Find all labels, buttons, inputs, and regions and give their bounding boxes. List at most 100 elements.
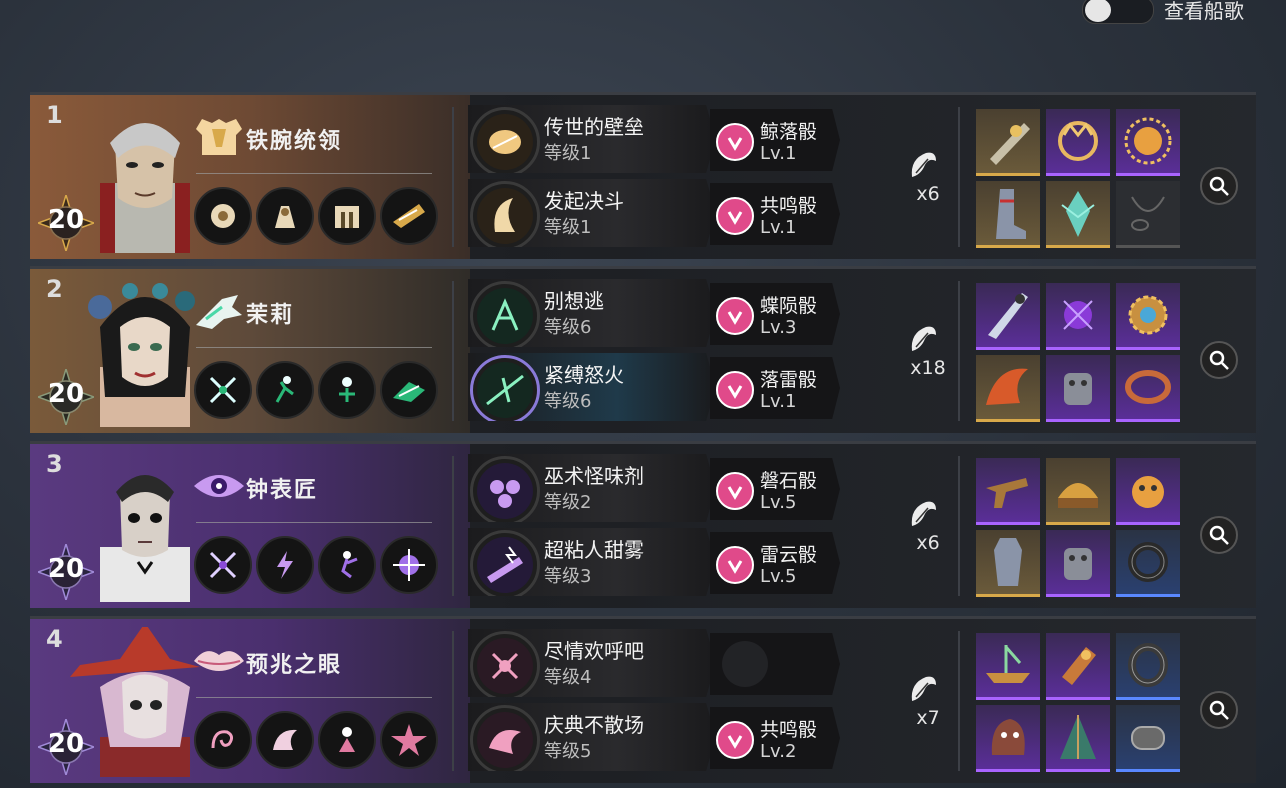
item-dragon-icon[interactable] [976,355,1040,422]
dice-slot-empty[interactable] [710,633,840,695]
shell-count: x6 [916,532,940,554]
item-crown-icon[interactable] [1046,109,1110,176]
trait-crossed-blades-icon[interactable] [194,361,252,419]
hand-icon [196,295,242,329]
dice-icon [716,371,754,409]
shell-count: x18 [910,357,946,379]
level-number: 20 [47,554,85,584]
name-underline [196,522,432,523]
item-ring-icon[interactable] [1116,530,1180,597]
trait-lightning-icon[interactable] [256,536,314,594]
view-chantey-toggle[interactable] [1082,0,1154,24]
item-armor-suit-icon[interactable] [976,530,1040,597]
trait-shield-icon[interactable] [194,187,252,245]
item-sun-icon[interactable] [1116,109,1180,176]
view-chantey-toggle-group: 查看船歌 [1082,0,1244,24]
dice-icon [716,472,754,510]
item-cloak-icon[interactable] [1046,705,1110,772]
ranking-row-2: 2 20 茉莉 别想逃 等级6 紧缚怒火 等级6 蝶陨骰 Lv.3 落雷骰 Lv… [30,266,1256,433]
inspect-search-icon[interactable] [1200,691,1238,729]
skill-level: 等级1 [544,217,592,238]
inspect-search-icon[interactable] [1200,341,1238,379]
dice-name: 蝶陨骰 [760,295,818,317]
toggle-label: 查看船歌 [1164,0,1244,23]
trait-star-icon[interactable] [380,711,438,769]
divider [452,456,454,596]
item-beast-icon[interactable] [976,705,1040,772]
dont-escape-skill-icon [470,281,540,347]
armor-icon [196,119,242,155]
level-number: 20 [47,379,85,409]
trait-swirl-icon[interactable] [194,711,252,769]
dice-level: Lv.5 [760,492,797,513]
trait-crossed-guns-icon[interactable] [194,536,252,594]
skill-slot-1[interactable]: 别想逃 等级6 [468,279,716,347]
item-golem-icon[interactable] [1046,355,1110,422]
item-bracelet-icon[interactable] [1116,355,1180,422]
item-iron-ring-icon[interactable] [1116,633,1180,700]
dice-slot-2[interactable]: 共鸣骰 Lv.1 [710,183,840,245]
trait-figure-icon[interactable] [318,361,376,419]
item-pumpkin-icon[interactable] [1116,458,1180,525]
dice-slot-2[interactable]: 雷云骰 Lv.5 [710,532,840,594]
name-underline [196,347,432,348]
trait-runner-icon[interactable] [256,361,314,419]
skill-slot-1[interactable]: 巫术怪味剂 等级2 [468,454,716,522]
inspect-search-icon[interactable] [1200,516,1238,554]
skill-slot-1[interactable]: 尽情欢呼吧 等级4 [468,629,716,697]
item-treasure-icon[interactable] [1046,458,1110,525]
dice-name: 落雷骰 [760,369,818,391]
item-blade-icon[interactable] [976,283,1040,350]
dice-name: 雷云骰 [760,544,818,566]
item-boot-icon[interactable] [976,181,1040,248]
skill-level: 等级3 [544,566,592,587]
trait-gate-icon[interactable] [318,187,376,245]
toggle-knob [1085,0,1111,22]
trait-girl-icon[interactable] [318,711,376,769]
skill-slot-2[interactable]: 发起决斗 等级1 [468,179,716,247]
dice-slot-2[interactable]: 共鸣骰 Lv.2 [710,707,840,769]
item-gear-icon[interactable] [1116,283,1180,350]
dice-slot-1[interactable]: 蝶陨骰 Lv.3 [710,283,840,345]
dice-icon [716,546,754,584]
character-name: 茉莉 [246,303,295,328]
dice-name: 共鸣骰 [760,719,818,741]
dice-level: Lv.3 [760,317,797,338]
dice-name: 磐石骰 [760,470,818,492]
skill-slot-1[interactable]: 传世的壁垒 等级1 [468,105,716,173]
trait-dancer-icon[interactable] [318,536,376,594]
item-pistol-icon[interactable] [976,458,1040,525]
divider [452,281,454,421]
bound-fury-skill-icon [470,355,540,421]
trait-dash-icon[interactable] [380,361,438,419]
item-cannon-icon[interactable] [976,109,1040,176]
trait-wing-icon[interactable] [256,711,314,769]
trait-horn-icon[interactable] [380,187,438,245]
item-stone-golem-icon[interactable] [1046,530,1110,597]
item-ship-icon[interactable] [976,633,1040,700]
dice-slot-2[interactable]: 落雷骰 Lv.1 [710,357,840,419]
dice-slot-1[interactable]: 磐石骰 Lv.5 [710,458,840,520]
item-claw-icon[interactable] [1046,283,1110,350]
skill-slot-2[interactable]: 庆典不散场 等级5 [468,703,716,771]
character-name: 铁腕统领 [246,129,343,154]
inspect-search-icon[interactable] [1200,167,1238,205]
skill-slot-2[interactable]: 紧缚怒火 等级6 [468,353,716,421]
item-crystal-icon[interactable] [1046,181,1110,248]
dice-icon [716,123,754,161]
shell-icon [911,152,936,177]
item-empty-necklace-icon[interactable] [1116,181,1180,248]
item-beetle-icon[interactable] [1046,633,1110,700]
sticky-mist-skill-icon [470,530,540,596]
trait-knight-icon[interactable] [256,187,314,245]
dice-icon [716,721,754,759]
dice-level: Lv.1 [760,143,797,164]
dice-slot-1[interactable]: 鲸落骰 Lv.1 [710,109,840,171]
skill-name: 庆典不散场 [544,713,644,737]
shell-count: x6 [916,183,940,205]
item-band-icon[interactable] [1116,705,1180,772]
witch-potion-skill-icon [470,456,540,522]
skill-slot-2[interactable]: 超粘人甜雾 等级3 [468,528,716,596]
skill-name: 超粘人甜雾 [544,538,644,562]
trait-burst-icon[interactable] [380,536,438,594]
